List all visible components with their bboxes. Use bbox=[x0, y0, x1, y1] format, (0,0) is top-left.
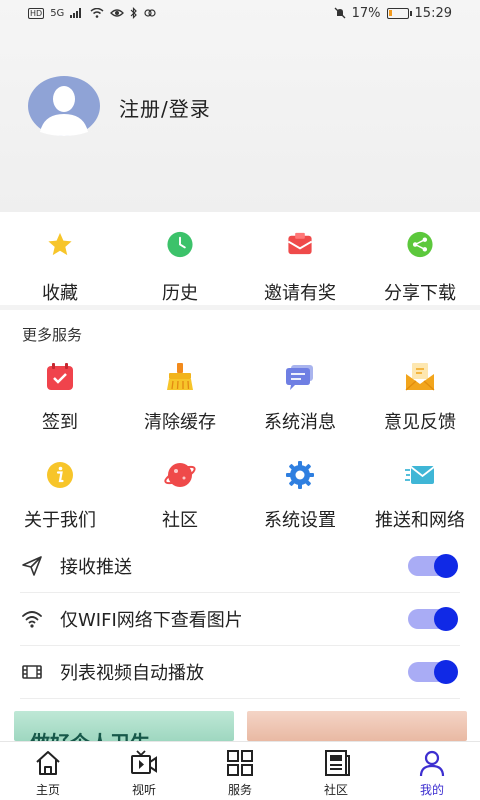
battery-percent: 17% bbox=[351, 5, 381, 21]
signal-icon bbox=[70, 8, 82, 18]
service-community[interactable]: 社区 bbox=[120, 450, 240, 548]
setting-receive-push-label: 接收推送 bbox=[60, 557, 132, 578]
setting-receive-push: 接收推送 bbox=[20, 540, 460, 593]
status-right: 17% 15:29 bbox=[334, 6, 452, 21]
quick-invite-label: 邀请有奖 bbox=[264, 283, 336, 304]
wifi-images-toggle[interactable] bbox=[408, 607, 458, 631]
service-messages[interactable]: 系统消息 bbox=[240, 352, 360, 450]
setting-wifi-images: 仅WIFI网络下查看图片 bbox=[20, 593, 460, 646]
service-about-label: 关于我们 bbox=[24, 510, 96, 531]
toggle-knob bbox=[434, 554, 458, 578]
tab-mine-label: 我的 bbox=[419, 783, 444, 797]
setting-wifi-images-label: 仅WIFI网络下查看图片 bbox=[60, 610, 243, 631]
tab-home[interactable]: 主页 bbox=[0, 742, 96, 800]
video-icon bbox=[131, 750, 157, 774]
clock-time: 15:29 bbox=[414, 5, 452, 21]
quick-favorites[interactable]: 收藏 bbox=[0, 212, 120, 305]
banner-strip: 做好个人卫生 bbox=[0, 711, 480, 741]
setting-autoplay-video: 列表视频自动播放 bbox=[20, 646, 460, 699]
service-push-network-label: 推送和网络 bbox=[375, 510, 465, 531]
push-mail-icon bbox=[405, 466, 435, 484]
service-push-network[interactable]: 推送和网络 bbox=[360, 450, 480, 548]
banner-hygiene-text: 做好个人卫生 bbox=[30, 727, 150, 741]
autoplay-video-toggle[interactable] bbox=[408, 660, 458, 684]
feedback-mail-icon bbox=[405, 363, 435, 391]
banner-study[interactable] bbox=[247, 711, 467, 741]
newspaper-icon bbox=[325, 750, 350, 776]
clock-icon bbox=[167, 231, 193, 258]
user-avatar-icon[interactable] bbox=[28, 76, 100, 136]
tab-mine[interactable]: 我的 bbox=[384, 742, 480, 800]
tab-video-label: 视听 bbox=[131, 783, 156, 797]
tab-video[interactable]: 视听 bbox=[96, 742, 192, 800]
gear-icon bbox=[286, 461, 314, 489]
tab-services[interactable]: 服务 bbox=[192, 742, 288, 800]
envelope-icon bbox=[287, 232, 313, 255]
wifi-status-icon bbox=[90, 8, 104, 18]
quick-history[interactable]: 历史 bbox=[120, 212, 240, 305]
service-settings-label: 系统设置 bbox=[264, 510, 336, 531]
service-community-label: 社区 bbox=[162, 510, 198, 531]
settings-list: 接收推送 仅WIFI网络下查看图片 列表视频自动播放 bbox=[0, 540, 480, 699]
film-icon bbox=[22, 665, 42, 679]
battery-fill bbox=[388, 9, 392, 16]
services-grid: 签到 清除缓存 系统消息 意见反馈 关于我们 社区 系统设置 推送和网络 bbox=[0, 352, 480, 548]
bottom-tab-bar: 主页 视听 服务 社区 我的 bbox=[0, 741, 480, 800]
status-left: HD 5G bbox=[28, 7, 156, 19]
bluetooth-icon bbox=[130, 7, 138, 19]
quick-favorites-label: 收藏 bbox=[42, 283, 78, 304]
status-bar: HD 5G 17% 15:29 bbox=[0, 0, 480, 26]
calendar-icon bbox=[47, 363, 73, 390]
service-about[interactable]: 关于我们 bbox=[0, 450, 120, 548]
network-label: 5G bbox=[50, 7, 65, 19]
toggle-knob bbox=[434, 607, 458, 631]
quick-share-label: 分享下载 bbox=[384, 283, 456, 304]
link-icon bbox=[144, 9, 156, 17]
grid-icon bbox=[227, 750, 253, 776]
setting-autoplay-video-label: 列表视频自动播放 bbox=[60, 663, 204, 684]
service-settings[interactable]: 系统设置 bbox=[240, 450, 360, 548]
broom-icon bbox=[167, 363, 193, 390]
service-clear-cache-label: 清除缓存 bbox=[144, 412, 216, 433]
profile-header: HD 5G 17% 15:29 注册/登录 bbox=[0, 0, 480, 212]
services-row: 关于我们 社区 系统设置 推送和网络 bbox=[0, 450, 480, 548]
star-icon bbox=[48, 232, 72, 256]
send-icon bbox=[22, 556, 42, 576]
eye-icon bbox=[110, 9, 125, 17]
tab-services-label: 服务 bbox=[227, 783, 252, 797]
service-clear-cache[interactable]: 清除缓存 bbox=[120, 352, 240, 450]
quick-share[interactable]: 分享下载 bbox=[360, 212, 480, 305]
battery-icon bbox=[386, 7, 412, 19]
tab-community[interactable]: 社区 bbox=[288, 742, 384, 800]
more-services-title: 更多服务 bbox=[22, 326, 83, 344]
info-icon bbox=[47, 462, 73, 488]
login-register-link[interactable]: 注册/登录 bbox=[119, 93, 211, 122]
service-checkin[interactable]: 签到 bbox=[0, 352, 120, 450]
person-icon bbox=[419, 750, 445, 777]
tab-home-label: 主页 bbox=[35, 783, 60, 797]
share-icon bbox=[407, 231, 433, 258]
tab-community-label: 社区 bbox=[323, 783, 348, 797]
hd-icon: HD bbox=[28, 7, 45, 19]
quick-actions: 收藏 历史 邀请有奖 分享下载 bbox=[0, 212, 480, 310]
wifi-icon bbox=[22, 611, 42, 628]
planet-icon bbox=[164, 463, 196, 487]
service-messages-label: 系统消息 bbox=[264, 412, 336, 433]
banner-hygiene[interactable]: 做好个人卫生 bbox=[14, 711, 234, 741]
service-feedback[interactable]: 意见反馈 bbox=[360, 352, 480, 450]
mute-icon bbox=[334, 7, 346, 19]
quick-invite[interactable]: 邀请有奖 bbox=[240, 212, 360, 305]
toggle-knob bbox=[434, 660, 458, 684]
message-icon bbox=[286, 365, 313, 390]
home-icon bbox=[36, 751, 60, 775]
quick-history-label: 历史 bbox=[162, 283, 198, 304]
service-feedback-label: 意见反馈 bbox=[384, 412, 456, 433]
receive-push-toggle[interactable] bbox=[408, 554, 458, 578]
service-checkin-label: 签到 bbox=[42, 412, 78, 433]
services-row: 签到 清除缓存 系统消息 意见反馈 bbox=[0, 352, 480, 450]
